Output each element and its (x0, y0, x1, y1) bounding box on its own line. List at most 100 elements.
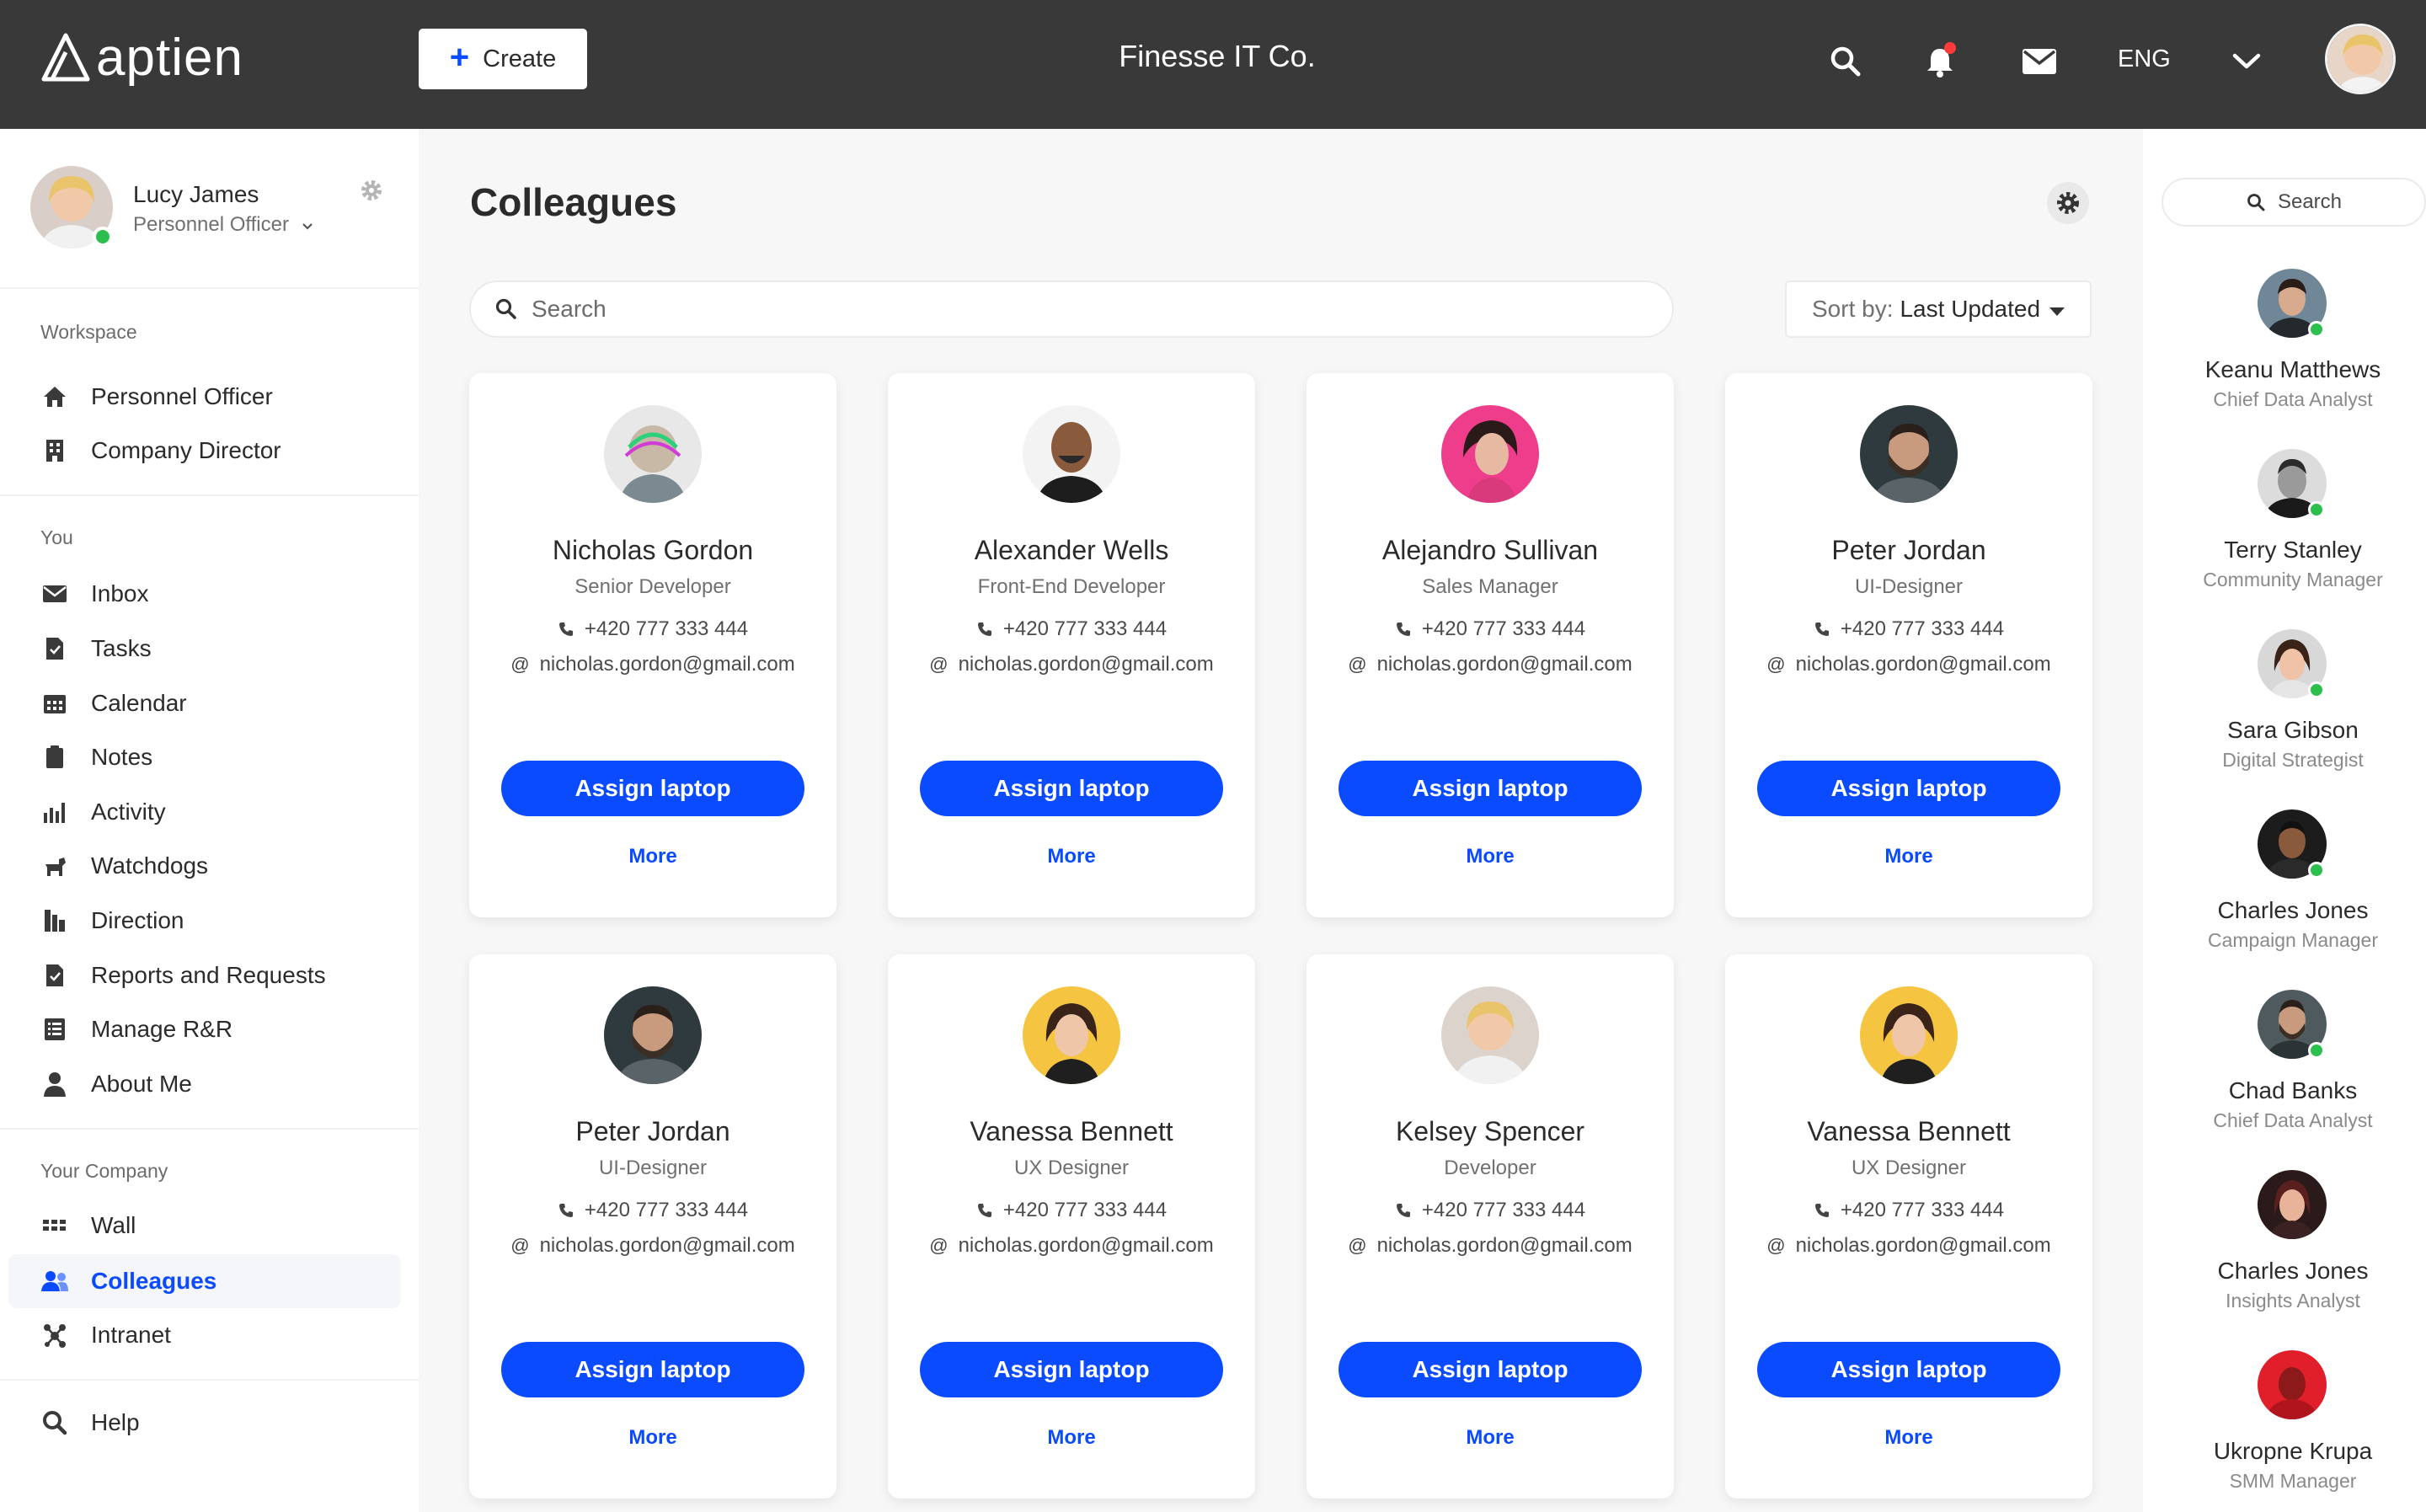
section-you: You (40, 526, 73, 548)
nav-item-inbox[interactable]: Inbox (8, 567, 401, 621)
more-link[interactable]: More (1725, 845, 2092, 868)
nav-label: Help (91, 1409, 140, 1435)
colleague-avatar[interactable] (1860, 405, 1958, 503)
search-icon[interactable] (1825, 40, 1867, 83)
colleague-name: Vanessa Bennett (970, 1116, 1173, 1146)
colleague-phone[interactable]: +420 777 333 444 (888, 617, 1255, 641)
more-link[interactable]: More (888, 1426, 1255, 1450)
colleague-email[interactable]: @ nicholas.gordon@gmail.com (469, 653, 836, 676)
sort-prefix: Sort by: (1812, 296, 1894, 322)
nav-item-watchdogs[interactable]: Watchdogs (8, 839, 401, 893)
assign-laptop-button[interactable]: Assign laptop (920, 761, 1223, 816)
rail-person[interactable]: Terry Stanley Community Manager (2143, 449, 2426, 617)
more-link[interactable]: More (1307, 845, 1674, 868)
nav-item-help[interactable]: Help (8, 1396, 401, 1450)
colleague-email[interactable]: @ nicholas.gordon@gmail.com (1307, 1234, 1674, 1258)
colleague-avatar[interactable] (604, 405, 702, 503)
more-link[interactable]: More (469, 1426, 836, 1450)
gear-icon[interactable] (2047, 182, 2089, 224)
colleague-email[interactable]: @ nicholas.gordon@gmail.com (888, 1234, 1255, 1258)
assign-laptop-button[interactable]: Assign laptop (1339, 761, 1642, 816)
colleague-phone[interactable]: +420 777 333 444 (469, 1199, 836, 1222)
language-selector[interactable]: ENG (2118, 45, 2171, 73)
assign-laptop-button[interactable]: Assign laptop (501, 761, 804, 816)
bell-icon[interactable] (1919, 40, 1961, 83)
nav-label: Manage R&R (91, 1016, 233, 1042)
nav-item-wall[interactable]: Wall (8, 1199, 401, 1253)
nav-item-activity[interactable]: Activity (8, 785, 401, 839)
more-link[interactable]: More (888, 845, 1255, 868)
colleague-phone[interactable]: +420 777 333 444 (469, 617, 836, 641)
colleague-phone[interactable]: +420 777 333 444 (1307, 1199, 1674, 1222)
rail-search[interactable]: Search (2161, 178, 2426, 227)
assign-laptop-button[interactable]: Assign laptop (1757, 1342, 2060, 1397)
at-icon: @ (929, 654, 948, 675)
assign-laptop-button[interactable]: Assign laptop (920, 1342, 1223, 1397)
nav-item-direction[interactable]: Direction (8, 894, 401, 948)
colleague-email[interactable]: @ nicholas.gordon@gmail.com (469, 1234, 836, 1258)
colleague-phone[interactable]: +420 777 333 444 (1307, 617, 1674, 641)
sort-dropdown[interactable]: Sort by: Last Updated (1785, 280, 2092, 338)
more-link[interactable]: More (469, 845, 836, 868)
colleague-avatar[interactable] (1023, 986, 1120, 1084)
intranet-icon (40, 1321, 69, 1349)
colleague-email[interactable]: @ nicholas.gordon@gmail.com (888, 653, 1255, 676)
rail-person[interactable]: Keanu Matthews Chief Data Analyst (2143, 269, 2426, 437)
chevron-down-icon (302, 223, 313, 230)
nav-item-colleagues[interactable]: Colleagues (8, 1254, 401, 1308)
phone-icon (558, 622, 573, 636)
colleague-phone[interactable]: +420 777 333 444 (1725, 1199, 2092, 1222)
envelope-icon[interactable] (2018, 40, 2060, 83)
search-input[interactable] (532, 296, 1627, 323)
left-sidebar: Lucy James Personnel Officer Workspace P… (0, 129, 419, 1512)
nav-item-calendar[interactable]: Calendar (8, 676, 401, 730)
colleague-card: Nicholas Gordon Senior Developer +420 77… (469, 373, 836, 917)
colleague-card: Alexander Wells Front-End Developer +420… (888, 373, 1255, 917)
colleague-email[interactable]: @ nicholas.gordon@gmail.com (1307, 653, 1674, 676)
person-name: Charles Jones (2217, 897, 2369, 923)
colleague-name: Alexander Wells (974, 535, 1169, 565)
profile-block[interactable]: Lucy James Personnel Officer (30, 166, 401, 254)
person-icon (40, 1070, 69, 1098)
colleague-avatar[interactable] (1441, 986, 1539, 1084)
nav-item-reports-requests[interactable]: Reports and Requests (8, 948, 401, 1002)
rail-person[interactable]: Ukropne Krupa SMM Manager (2143, 1350, 2426, 1512)
create-button[interactable]: + Create (419, 29, 587, 89)
rail-person[interactable]: Charles Jones Insights Analyst (2143, 1170, 2426, 1338)
colleague-email[interactable]: @ nicholas.gordon@gmail.com (1725, 653, 2092, 676)
phone-text: +420 777 333 444 (1840, 617, 2005, 640)
aptien-logo[interactable]: aptien (40, 29, 243, 88)
assign-laptop-button[interactable]: Assign laptop (1757, 761, 2060, 816)
more-link[interactable]: More (1307, 1426, 1674, 1450)
gear-icon[interactable] (359, 178, 387, 206)
user-avatar[interactable] (2325, 24, 2396, 94)
colleague-phone[interactable]: +420 777 333 444 (888, 1199, 1255, 1222)
colleague-avatar[interactable] (1023, 405, 1120, 503)
rail-person[interactable]: Chad Banks Chief Data Analyst (2143, 990, 2426, 1158)
rail-person[interactable]: Sara Gibson Digital Strategist (2143, 629, 2426, 798)
person-avatar[interactable] (2258, 1350, 2327, 1419)
nav-item-company-director[interactable]: Company Director (8, 424, 401, 478)
colleague-avatar[interactable] (604, 986, 702, 1084)
create-label: Create (483, 45, 557, 72)
colleague-avatar[interactable] (1860, 986, 1958, 1084)
person-avatar[interactable] (2258, 1170, 2327, 1239)
chevron-down-icon[interactable] (2226, 40, 2268, 83)
colleague-phone[interactable]: +420 777 333 444 (1725, 617, 2092, 641)
rail-person[interactable]: Charles Jones Campaign Manager (2143, 809, 2426, 978)
nav-item-personnel-officer[interactable]: Personnel Officer (8, 370, 401, 424)
colleague-card: Kelsey Spencer Developer +420 777 333 44… (1307, 954, 1674, 1499)
nav-item-notes[interactable]: Notes (8, 730, 401, 784)
colleague-search[interactable] (469, 280, 1674, 338)
nav-item-about-me[interactable]: About Me (8, 1057, 401, 1111)
nav-item-intranet[interactable]: Intranet (8, 1308, 401, 1362)
more-link[interactable]: More (1725, 1426, 2092, 1450)
assign-laptop-button[interactable]: Assign laptop (1339, 1342, 1642, 1397)
colleague-name: Alejandro Sullivan (1381, 535, 1599, 565)
nav-item-manage-rr[interactable]: Manage R&R (8, 1002, 401, 1056)
assign-laptop-button[interactable]: Assign laptop (501, 1342, 804, 1397)
colleague-email[interactable]: @ nicholas.gordon@gmail.com (1725, 1234, 2092, 1258)
profile-role-selector[interactable]: Personnel Officer (133, 213, 313, 237)
colleague-avatar[interactable] (1441, 405, 1539, 503)
nav-item-tasks[interactable]: Tasks (8, 622, 401, 676)
